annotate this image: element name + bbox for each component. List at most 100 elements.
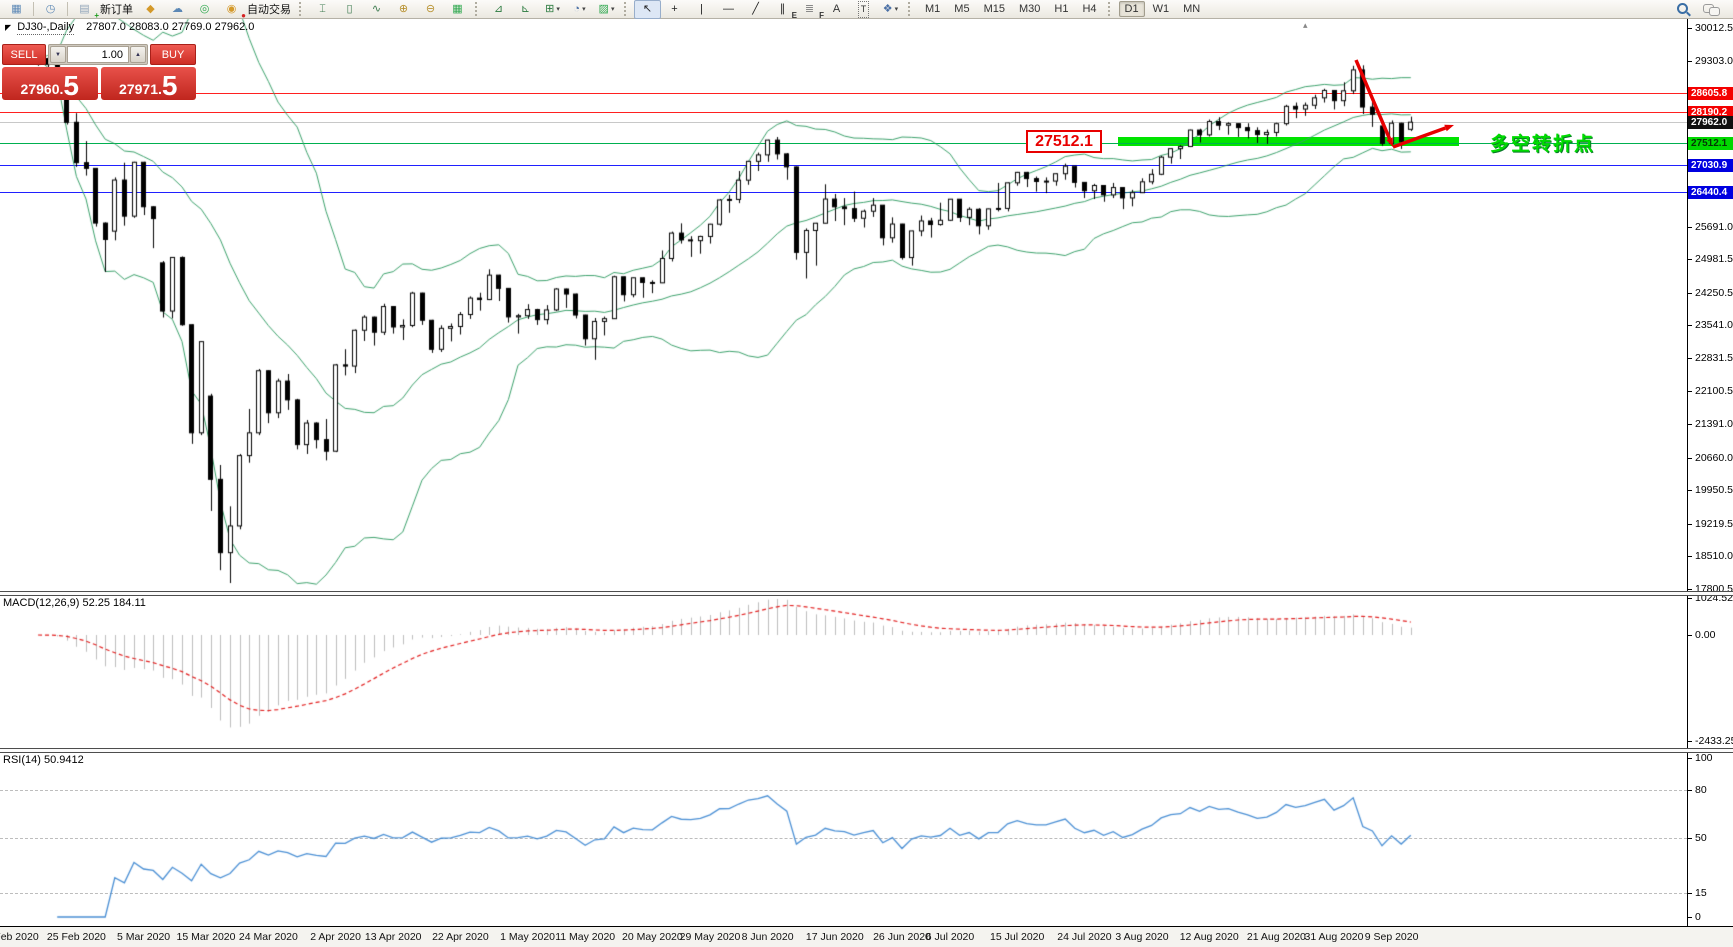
axis-tick-label: 21391.0: [1695, 418, 1733, 430]
chart-profiles-icon-glyph: ◷: [45, 2, 56, 15]
date-label: 6 Jul 2020: [925, 931, 975, 943]
indicators-list-icon[interactable]: ⊿: [485, 0, 512, 19]
reversal-arrow[interactable]: [1335, 52, 1475, 162]
volume-input[interactable]: [67, 46, 129, 63]
new-chart-icon[interactable]: ▦: [3, 0, 30, 19]
periods-icon-glyph: ◔: [573, 2, 581, 15]
macd-indicator-label: MACD(12,26,9) 52.25 184.11: [3, 597, 146, 609]
tile-windows-icon[interactable]: ▦: [444, 0, 471, 19]
text-label-tool-icon[interactable]: T: [850, 0, 877, 19]
timeframe-h4[interactable]: H4: [1076, 1, 1102, 17]
turning-point-annotation[interactable]: 多空转折点: [1490, 129, 1595, 156]
indicators-list-icon-glyph: ⊿: [493, 2, 504, 15]
toolbar-drag-handle[interactable]: [1107, 2, 1114, 16]
axis-tick-label: 15: [1695, 887, 1707, 899]
trendline-tool-icon[interactable]: ╱: [742, 0, 769, 19]
text-label-tool-icon-glyph: T: [857, 0, 870, 18]
axis-tick-label: 22100.5: [1695, 385, 1733, 397]
market-depth-icon[interactable]: ◆: [137, 0, 164, 19]
timeframe-m1[interactable]: M1: [919, 1, 946, 17]
axis-tick-label: 0.00: [1695, 629, 1716, 641]
support-price-label[interactable]: 27512.1: [1026, 130, 1102, 153]
chat-icon[interactable]: [1703, 3, 1720, 16]
timeframe-m5[interactable]: M5: [948, 1, 975, 17]
auto-trading-icon[interactable]: ◉ ●: [218, 0, 246, 20]
fibonacci-tool-icon[interactable]: ≣ F: [796, 0, 824, 20]
timeframe-d1[interactable]: D1: [1118, 1, 1145, 17]
axis-tick-label: 24250.5: [1695, 287, 1733, 299]
horizontal-line-tool-icon-glyph: —: [723, 2, 734, 15]
toolbar-drag-handle[interactable]: [475, 2, 481, 16]
volume-decrease-button[interactable]: ▼: [50, 46, 66, 63]
periods-icon[interactable]: ◔ ▾: [566, 0, 593, 19]
sell-price-main: 27960.: [20, 81, 64, 97]
date-label: 15 Mar 2020: [176, 931, 236, 943]
axis-tick-label: 80: [1695, 784, 1707, 796]
buy-button[interactable]: BUY: [150, 44, 196, 65]
horizontal-line-tool-icon[interactable]: —: [715, 0, 742, 19]
axis-tick-mark: [1687, 589, 1692, 590]
axis-tick-mark: [1687, 556, 1692, 557]
arrows-tool-icon[interactable]: ❖ ▾: [877, 0, 904, 19]
arrows-tool-icon-glyph: ❖: [882, 2, 893, 15]
text-tool-icon[interactable]: A: [823, 0, 850, 19]
line-chart-icon[interactable]: ∿: [363, 0, 390, 19]
candlestick-chart-icon[interactable]: ▯: [336, 0, 363, 19]
date-axis-border: [0, 926, 1733, 927]
rsi-pane-splitter[interactable]: [0, 748, 1733, 753]
date-label: 31 Aug 2020: [1304, 931, 1364, 943]
axis-tick-mark: [1687, 293, 1692, 294]
buy-price-display[interactable]: 27971. 5: [100, 67, 196, 100]
crosshair-icon[interactable]: +: [661, 0, 688, 19]
price-tag: 26440.4: [1688, 186, 1733, 199]
volume-increase-button[interactable]: ▲: [130, 46, 146, 63]
macd-pane-splitter[interactable]: [0, 591, 1733, 596]
dropdown-caret-icon: ▾: [556, 6, 560, 13]
crosshair-icon-glyph: +: [671, 2, 678, 15]
date-label: 24 Mar 2020: [238, 931, 298, 943]
new-order-icon[interactable]: ▤ +: [71, 0, 99, 20]
date-label: 26 Jun 2020: [873, 931, 931, 943]
cursor-icon[interactable]: ↖: [634, 0, 661, 19]
toolbar-drag-handle[interactable]: [908, 2, 914, 16]
signals-icon[interactable]: ◎: [191, 0, 218, 19]
date-label: 9 Sep 2020: [1364, 931, 1419, 943]
search-icon[interactable]: [1676, 2, 1691, 17]
date-label: 12 Aug 2020: [1179, 931, 1239, 943]
new-order-icon-glyph: ▤: [79, 2, 90, 15]
toolbar-drag-handle[interactable]: [624, 2, 630, 16]
chart-title: ◤ DJ30-,Daily 27807.0 28083.0 27769.0 27…: [5, 21, 254, 35]
axis-tick-mark: [1687, 458, 1692, 459]
chart-shift-marker-icon[interactable]: ▴: [1303, 20, 1308, 31]
templates-icon[interactable]: ▨ ▾: [593, 0, 620, 19]
bar-chart-icon[interactable]: ⌶: [309, 0, 336, 19]
equidistant-channel-icon[interactable]: ∥ E: [769, 0, 797, 20]
add-indicator-icon[interactable]: ⊞ ▾: [539, 0, 566, 19]
timeframe-mn[interactable]: MN: [1177, 1, 1206, 17]
timeframe-m15[interactable]: M15: [978, 1, 1011, 17]
vertical-line-tool-icon[interactable]: |: [688, 0, 715, 19]
equidistant-channel-icon-glyph: ∥: [779, 2, 786, 15]
axis-tick-mark: [1687, 838, 1692, 839]
axis-tick-label: 50: [1695, 832, 1707, 844]
sell-button[interactable]: SELL: [2, 44, 46, 65]
indicator-window-icon[interactable]: ⊾: [512, 0, 539, 19]
axis-tick-mark: [1687, 424, 1692, 425]
timeframe-m30[interactable]: M30: [1013, 1, 1046, 17]
zoom-out-icon[interactable]: ⊖: [417, 0, 444, 19]
axis-tick-mark: [1687, 259, 1692, 260]
toolbar-separator: [67, 2, 68, 16]
dropdown-caret-icon: ▾: [582, 6, 586, 13]
axis-tick-label: 23541.0: [1695, 319, 1733, 331]
toolbar-drag-handle[interactable]: [299, 2, 305, 16]
timeframe-h1[interactable]: H1: [1048, 1, 1074, 17]
one-click-trading-panel: SELL ▼ ▲ BUY 27960. 5 27971. 5: [2, 44, 196, 100]
sell-price-display[interactable]: 27960. 5: [2, 67, 98, 100]
zoom-in-icon[interactable]: ⊕: [390, 0, 417, 19]
timeframe-w1[interactable]: W1: [1147, 1, 1176, 17]
auto-trading-icon-glyph: ◉: [226, 2, 237, 15]
chart-profiles-icon[interactable]: ◷: [37, 0, 64, 19]
mql5-cloud-icon[interactable]: ☁: [164, 0, 191, 19]
signals-icon-glyph: ◎: [199, 2, 210, 15]
trade-prices-row: 27960. 5 27971. 5: [2, 67, 196, 100]
